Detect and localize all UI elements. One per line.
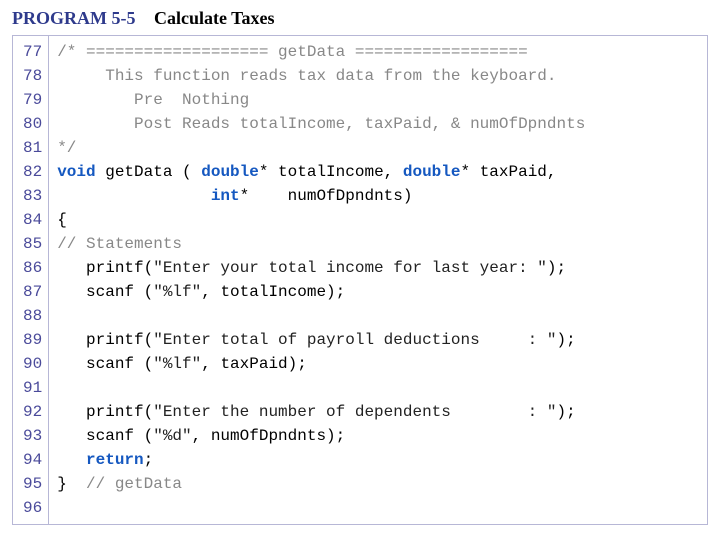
line-number: 89 bbox=[23, 328, 42, 352]
code-line: scanf ("%lf", totalIncome); bbox=[57, 280, 585, 304]
code-line: Post Reads totalIncome, taxPaid, & numOf… bbox=[57, 112, 585, 136]
program-header: PROGRAM 5-5 Calculate Taxes bbox=[12, 8, 708, 29]
code-line: } // getData bbox=[57, 472, 585, 496]
code-line bbox=[57, 304, 585, 328]
line-number: 93 bbox=[23, 424, 42, 448]
code-line bbox=[57, 496, 585, 520]
code-line: return; bbox=[57, 448, 585, 472]
code-line bbox=[57, 376, 585, 400]
line-number: 78 bbox=[23, 64, 42, 88]
line-number: 84 bbox=[23, 208, 42, 232]
line-number: 79 bbox=[23, 88, 42, 112]
line-number: 77 bbox=[23, 40, 42, 64]
line-number: 82 bbox=[23, 160, 42, 184]
line-number: 83 bbox=[23, 184, 42, 208]
line-number: 87 bbox=[23, 280, 42, 304]
line-number: 81 bbox=[23, 136, 42, 160]
code-line: /* =================== getData =========… bbox=[57, 40, 585, 64]
code-line: // Statements bbox=[57, 232, 585, 256]
code-line: Pre Nothing bbox=[57, 88, 585, 112]
line-number: 92 bbox=[23, 400, 42, 424]
code-line: */ bbox=[57, 136, 585, 160]
program-label: PROGRAM 5-5 bbox=[12, 8, 135, 28]
code-line: int* numOfDpndnts) bbox=[57, 184, 585, 208]
code-line: void getData ( double* totalIncome, doub… bbox=[57, 160, 585, 184]
code-listing: 7778798081828384858687888990919293949596… bbox=[12, 35, 708, 525]
line-number: 95 bbox=[23, 472, 42, 496]
line-number: 80 bbox=[23, 112, 42, 136]
code-line: This function reads tax data from the ke… bbox=[57, 64, 585, 88]
code-line: { bbox=[57, 208, 585, 232]
line-number-gutter: 7778798081828384858687888990919293949596 bbox=[13, 36, 49, 524]
line-number: 91 bbox=[23, 376, 42, 400]
code-line: printf("Enter the number of dependents :… bbox=[57, 400, 585, 424]
line-number: 90 bbox=[23, 352, 42, 376]
code-line: printf("Enter your total income for last… bbox=[57, 256, 585, 280]
line-number: 96 bbox=[23, 496, 42, 520]
line-number: 94 bbox=[23, 448, 42, 472]
line-number: 85 bbox=[23, 232, 42, 256]
code-line: printf("Enter total of payroll deduction… bbox=[57, 328, 585, 352]
line-number: 88 bbox=[23, 304, 42, 328]
line-number: 86 bbox=[23, 256, 42, 280]
code-line: scanf ("%d", numOfDpndnts); bbox=[57, 424, 585, 448]
program-title: Calculate Taxes bbox=[154, 8, 275, 28]
code-line: scanf ("%lf", taxPaid); bbox=[57, 352, 585, 376]
code-body: /* =================== getData =========… bbox=[49, 36, 593, 524]
